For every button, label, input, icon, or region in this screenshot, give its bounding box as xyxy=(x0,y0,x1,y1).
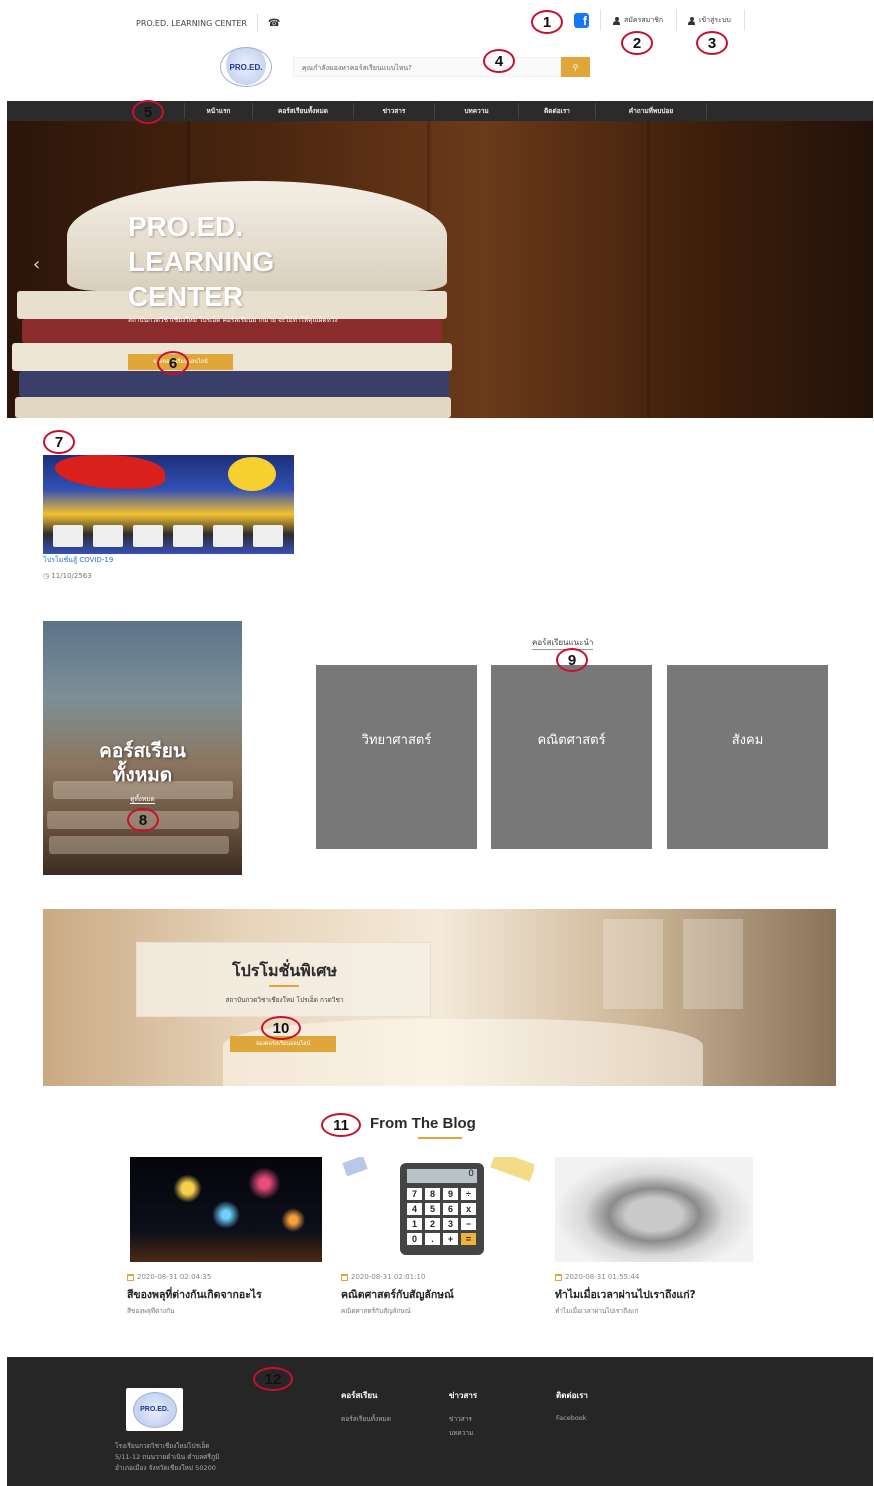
register-label: สมัครสมาชิก xyxy=(624,16,664,24)
topbar-divider xyxy=(676,10,677,30)
blog-image-fireworks[interactable] xyxy=(130,1157,322,1262)
topbar-divider xyxy=(744,10,745,30)
annotation-marker: 5 xyxy=(132,100,164,124)
footer-heading-courses: คอร์สเรียน xyxy=(341,1391,378,1400)
topbar-brand-area: PRO.ED. LEARNING CENTER ☎ xyxy=(136,14,280,32)
register-link[interactable]: สมัครสมาชิก xyxy=(613,15,663,26)
search-icon: ⚲ xyxy=(572,62,579,72)
footer-link-facebook[interactable]: Facebook xyxy=(556,1414,587,1422)
clock-icon: ◷ xyxy=(43,572,50,580)
blog-image-old-man[interactable] xyxy=(555,1157,753,1262)
course-tile-science[interactable]: วิทยาศาสตร์ xyxy=(316,665,477,849)
special-promo-title: โปรโมชั่นพิเศษ xyxy=(232,961,337,980)
annotation-marker: 4 xyxy=(483,49,515,73)
phone-icon[interactable]: ☎ xyxy=(268,18,280,29)
footer-address: โรงเรียนกวดวิชาเชียงใหม่โปรเอ็ด 5/11-12 … xyxy=(115,1442,220,1472)
login-link[interactable]: เข้าสู่ระบบ xyxy=(688,15,731,26)
annotation-marker: 3 xyxy=(696,31,728,55)
calendar-icon xyxy=(341,1273,348,1281)
annotation-marker: 2 xyxy=(621,31,653,55)
nav-item-home[interactable]: หน้าแรก xyxy=(185,101,252,121)
site-footer: PRO.ED. โรงเรียนกวดวิชาเชียงใหม่โปรเอ็ด … xyxy=(7,1357,873,1486)
user-icon xyxy=(613,16,620,25)
blog-post-excerpt: คณิตศาสตร์กับสัญลักษณ์ xyxy=(341,1307,411,1315)
special-promo-subtitle: สถาบันกวดวิชาเชียงใหม่ โปรเอ็ด กวดวิชา xyxy=(225,996,344,1004)
all-courses-card[interactable]: คอร์สเรียน ทั้งหมด ดูทั้งหมด xyxy=(43,621,242,875)
footer-logo[interactable]: PRO.ED. xyxy=(126,1388,183,1431)
blog-heading: From The Blog xyxy=(370,1115,476,1132)
nav-item-articles[interactable]: บทความ xyxy=(435,101,518,121)
annotation-marker: 9 xyxy=(556,648,588,672)
all-courses-title: คอร์สเรียน ทั้งหมด xyxy=(99,740,186,786)
hero-title: PRO.ED. LEARNING CENTER xyxy=(128,211,275,312)
annotation-marker: 11 xyxy=(321,1113,361,1137)
blog-date: 2020-08-31 02:01:10 xyxy=(341,1273,425,1281)
promo-title-link[interactable]: โปรโมชั่นสู้ COVID-19 xyxy=(43,555,113,566)
promo-image[interactable] xyxy=(43,455,294,554)
logo-text: PRO.ED. xyxy=(229,62,263,72)
slider-prev-icon[interactable]: ‹ xyxy=(33,254,40,275)
footer-link-news[interactable]: ข่าวสาร xyxy=(449,1414,472,1424)
blog-post-title[interactable]: ทำไมเมื่อเวลาผ่านไปเราถึงแก่? xyxy=(555,1286,696,1303)
login-label: เข้าสู่ระบบ xyxy=(699,16,731,24)
topbar-divider xyxy=(256,14,258,32)
calendar-icon xyxy=(127,1273,134,1281)
blog-image-calculator[interactable]: 0 7 8 9 ÷ 4 5 6 x 1 2 3 − 0 . + = xyxy=(342,1157,534,1262)
blog-post-title[interactable]: สีของพลุที่ต่างกันเกิดจากอะไร xyxy=(127,1286,262,1303)
facebook-icon[interactable]: f xyxy=(574,13,589,28)
special-promo-banner: โปรโมชั่นพิเศษ สถาบันกวดวิชาเชียงใหม่ โป… xyxy=(43,909,836,1086)
footer-link-all-courses[interactable]: คอร์สเรียนทั้งหมด xyxy=(341,1414,391,1424)
hero-slider: ‹ PRO.ED. LEARNING CENTER สถาบันกวดวิชาเ… xyxy=(7,121,873,418)
nav-item-all-courses[interactable]: คอร์สเรียนทั้งหมด xyxy=(253,101,353,121)
blog-date: 2020-08-31 02:04:35 xyxy=(127,1273,211,1281)
view-all-link[interactable]: ดูทั้งหมด xyxy=(43,794,242,804)
blog-post-title[interactable]: คณิตศาสตร์กับสัญลักษณ์ xyxy=(341,1286,454,1303)
calendar-icon xyxy=(555,1273,562,1281)
hero-subtitle: สถาบันกวดวิชาเชียงใหม่ โปรเอ็ด คอร์สเรีย… xyxy=(128,316,338,324)
annotation-marker: 7 xyxy=(43,430,75,454)
footer-heading-news: ข่าวสาร xyxy=(449,1391,478,1400)
recommended-courses-title: คอร์สเรียนแนะนำ xyxy=(532,636,594,650)
title-underline xyxy=(269,985,299,987)
annotation-marker: 1 xyxy=(531,10,563,34)
footer-heading-contact: ติดต่อเรา xyxy=(556,1391,588,1400)
annotation-marker: 6 xyxy=(157,351,189,375)
topbar-brand: PRO.ED. LEARNING CENTER xyxy=(136,18,247,28)
search-input[interactable]: คุณกำลังมองหาคอร์สเรียนแบบไหน? xyxy=(293,57,561,77)
promo-date: ◷ 11/10/2563 xyxy=(43,572,92,580)
user-icon xyxy=(688,16,695,25)
topbar-divider xyxy=(600,10,601,30)
search-button[interactable]: ⚲ xyxy=(561,57,590,77)
course-tile-math[interactable]: คณิตศาสตร์ xyxy=(491,665,652,849)
footer-link-articles[interactable]: บทความ xyxy=(449,1428,473,1438)
special-promo-box: โปรโมชั่นพิเศษ สถาบันกวดวิชาเชียงใหม่ โป… xyxy=(136,942,431,1017)
nav-item-faq[interactable]: คำถามที่พบบ่อย xyxy=(596,101,706,121)
calculator-icon: 0 7 8 9 ÷ 4 5 6 x 1 2 3 − 0 . + = xyxy=(400,1163,484,1255)
blog-post-excerpt: ทำไมเมื่อเวลาผ่านไปเราถึงแก่ xyxy=(555,1307,639,1315)
course-tile-social[interactable]: สังคม xyxy=(667,665,828,849)
blog-date: 2020-08-31 01:55:44 xyxy=(555,1273,639,1281)
nav-item-contact[interactable]: ติดต่อเรา xyxy=(519,101,595,121)
annotation-marker: 10 xyxy=(261,1016,301,1040)
blog-heading-underline xyxy=(418,1137,462,1139)
nav-divider xyxy=(706,103,707,119)
site-logo[interactable]: PRO.ED. xyxy=(220,47,272,87)
nav-item-news[interactable]: ข่าวสาร xyxy=(354,101,434,121)
blog-post-excerpt: สีของพลุที่ต่างกัน xyxy=(127,1307,175,1315)
annotation-marker: 12 xyxy=(253,1367,293,1391)
annotation-marker: 8 xyxy=(127,808,159,832)
